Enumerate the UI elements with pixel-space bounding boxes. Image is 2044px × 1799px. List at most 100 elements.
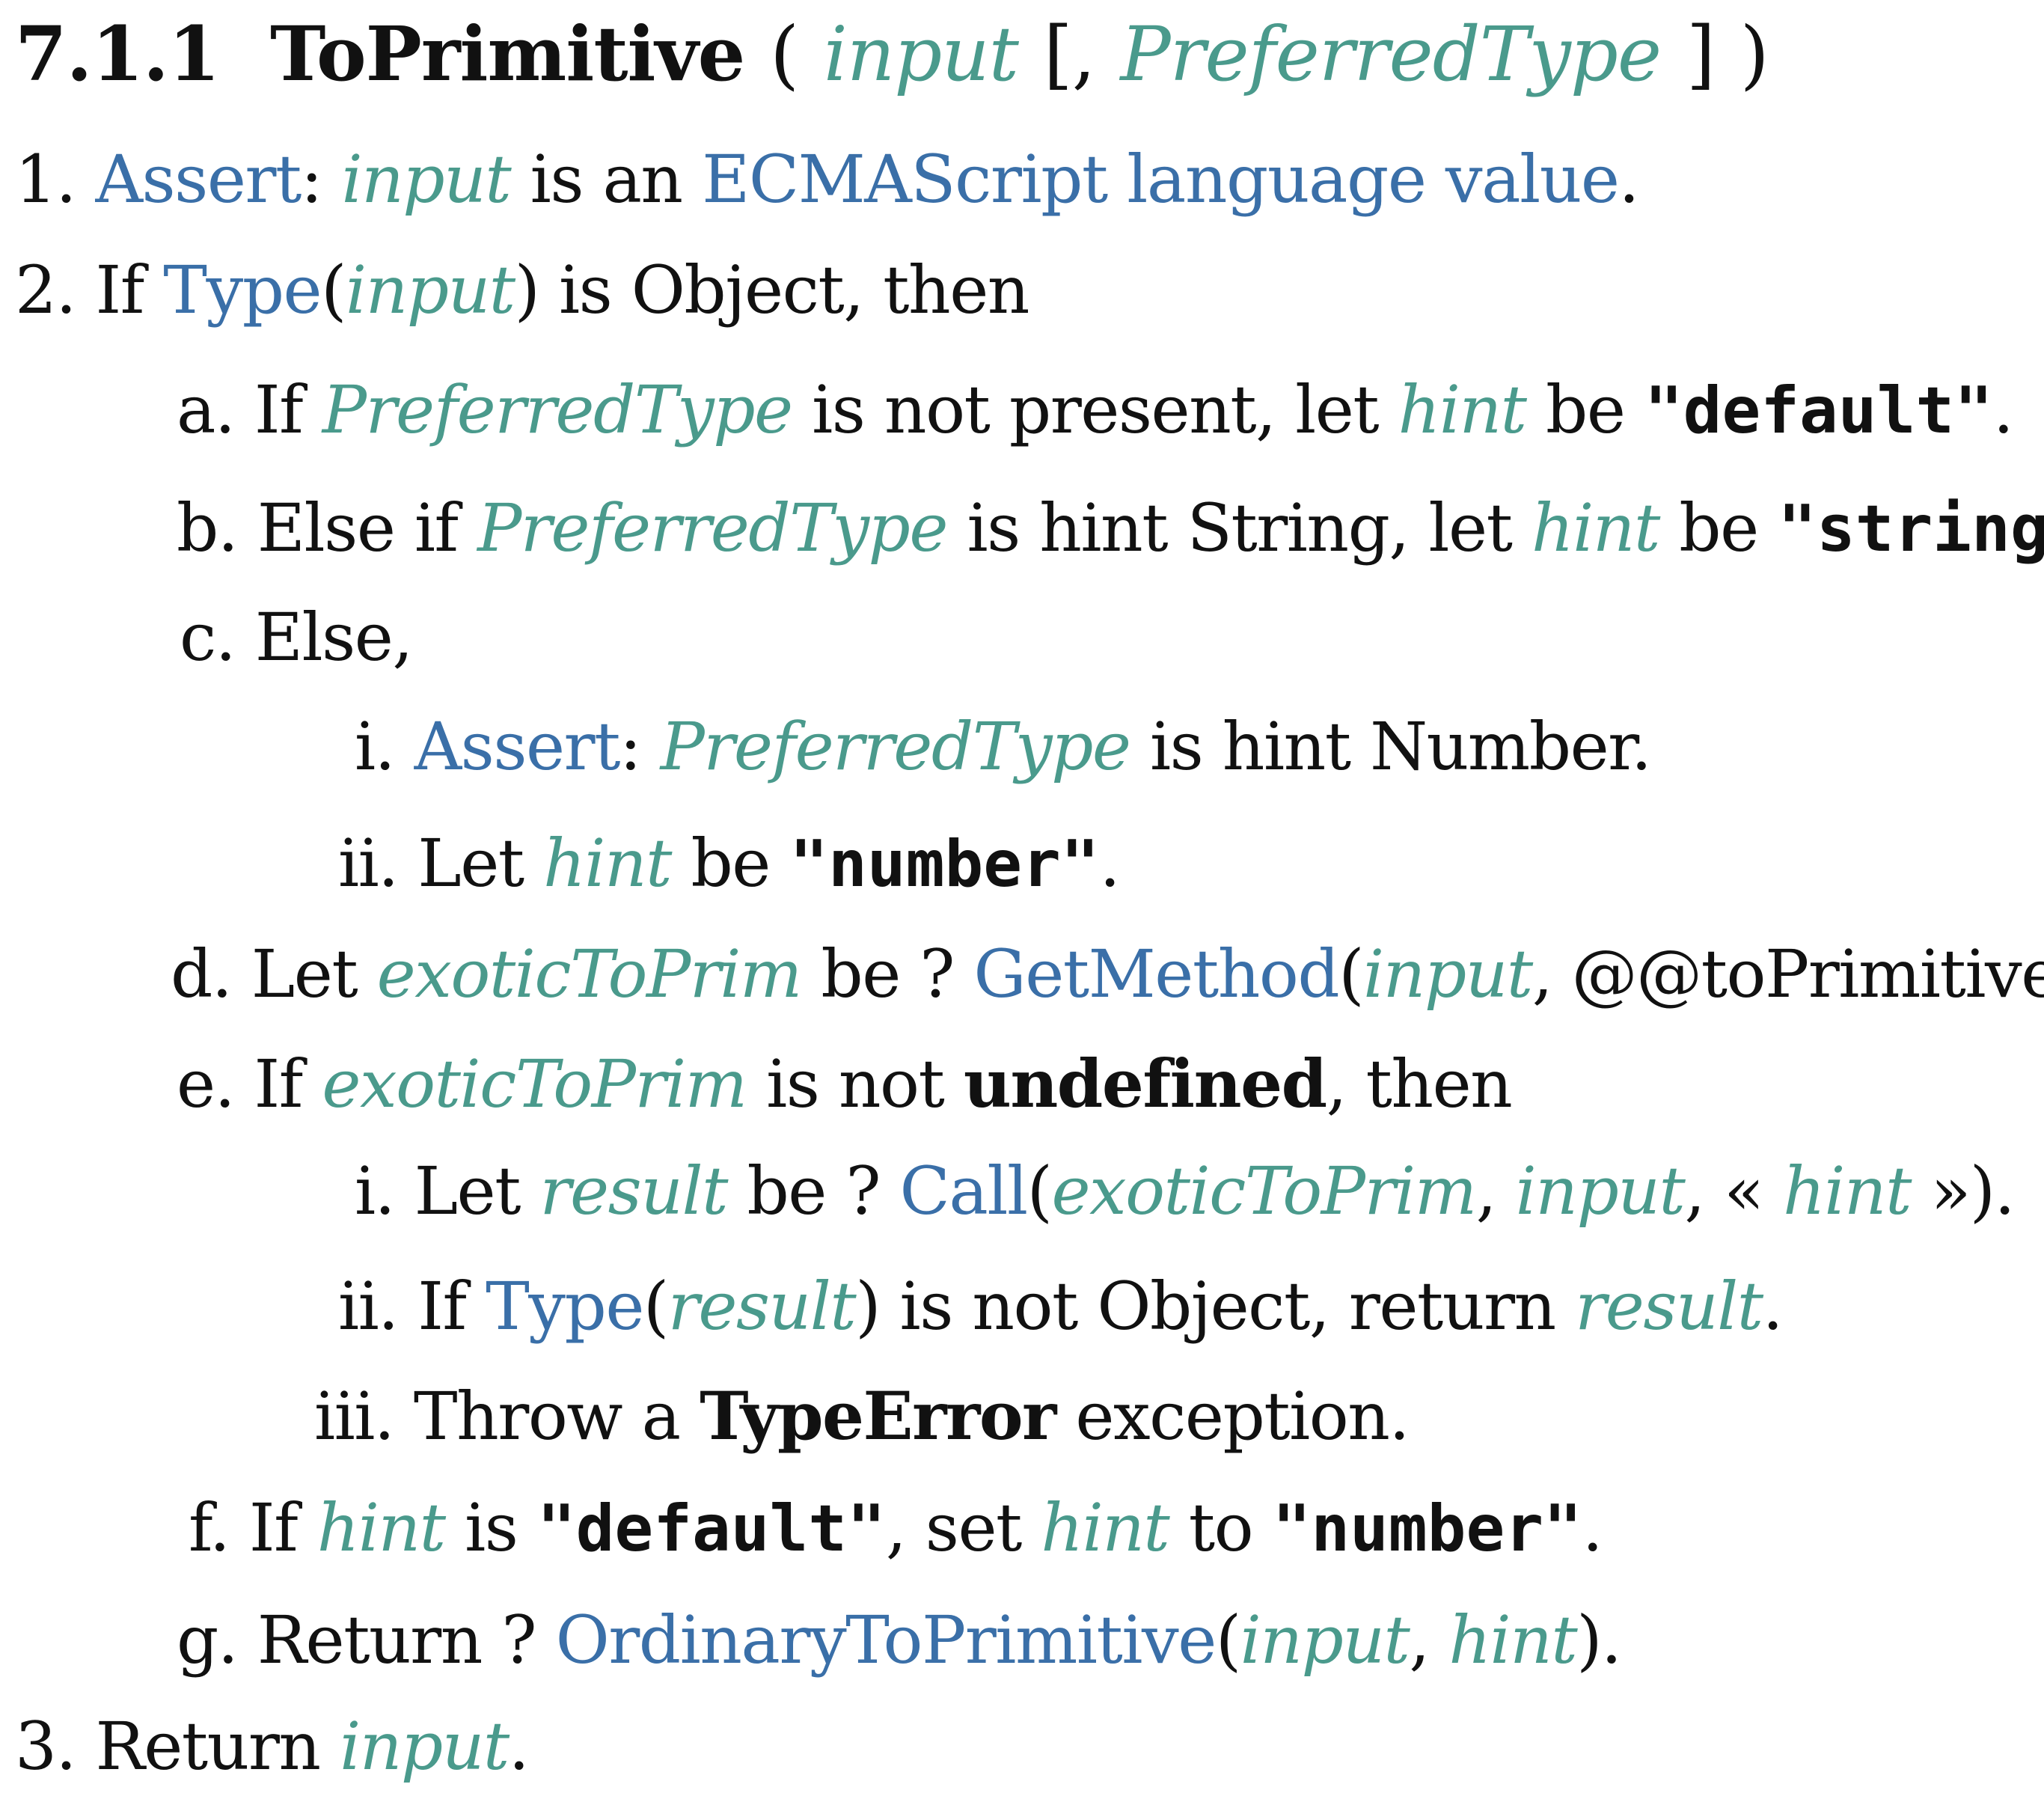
step-2g: g. Return ? OrdinaryToPrimitive(input, h… — [177, 1588, 1622, 1693]
period: . — [1992, 371, 2014, 448]
step-text: If — [254, 1045, 304, 1123]
step-number: 2. — [15, 251, 76, 329]
step-text: be — [1546, 371, 1626, 448]
step-number: e. — [177, 1045, 236, 1123]
step-2c: c. Else, — [180, 585, 414, 690]
step-2c-i: i. Assert: PreferredType is hint Number. — [355, 694, 1652, 799]
step-text: , @@toPrimitive). — [1532, 935, 2044, 1012]
var-input: input — [1515, 1152, 1686, 1230]
assert-link[interactable]: Assert — [95, 141, 302, 218]
step-text: to — [1188, 1489, 1254, 1566]
ecmascript-language-value-link[interactable]: ECMAScript language value — [702, 141, 1620, 218]
var-result: result — [539, 1152, 728, 1230]
period: . — [1618, 141, 1639, 218]
close-bracket: ] — [1686, 10, 1716, 98]
step-text: , then — [1326, 1045, 1513, 1123]
step-2e-i: i. Let result be ? Call(exoticToPrim, in… — [355, 1139, 2016, 1244]
comma: , — [1475, 1152, 1497, 1230]
step-text: be — [1679, 489, 1759, 566]
step-text: Let — [414, 1152, 521, 1230]
step-text: Return — [95, 1708, 321, 1785]
paren: ( — [1026, 1152, 1053, 1230]
var-hint: hint — [1448, 1601, 1577, 1679]
step-number: b. — [177, 489, 239, 566]
step-text: Else, — [254, 599, 414, 676]
paren: ( — [321, 251, 346, 329]
var-preferred-type: PreferredType — [322, 371, 793, 448]
typeerror-value: TypeError — [700, 1377, 1056, 1455]
colon: : — [300, 141, 323, 218]
step-text: Else if — [257, 489, 459, 566]
step-text: If — [417, 1268, 467, 1345]
string-literal: "default" — [536, 1491, 886, 1566]
abstract-op-name: ToPrimitive — [270, 10, 745, 98]
period: . — [1762, 1268, 1784, 1345]
var-result: result — [1575, 1268, 1763, 1345]
period: . — [508, 1708, 530, 1785]
step-text: be ? — [747, 1152, 881, 1230]
step-text: is not — [766, 1045, 945, 1123]
param-preferred-type: PreferredType — [1120, 10, 1662, 98]
step-text: , « — [1684, 1152, 1764, 1230]
var-input: input — [1240, 1601, 1410, 1679]
comma: , — [1071, 10, 1096, 98]
open-bracket: [ — [1043, 10, 1073, 98]
period: . — [1582, 1489, 1603, 1566]
algorithm-document: 7.1.1 ToPrimitive ( input [, PreferredTy… — [0, 0, 2044, 1787]
var-hint: hint — [1783, 1152, 1912, 1230]
var-result: result — [667, 1268, 857, 1345]
step-text: Let — [417, 825, 524, 902]
step-text: Let — [251, 935, 358, 1012]
var-input: input — [1363, 935, 1533, 1012]
step-2: 2. If Type(input) is Object, then — [15, 238, 1029, 343]
var-hint: hint — [1041, 1489, 1169, 1566]
getmethod-link[interactable]: GetMethod — [973, 935, 1339, 1012]
step-text: ). — [1576, 1601, 1622, 1679]
step-text: is hint Number. — [1150, 708, 1652, 785]
step-number: c. — [180, 599, 236, 676]
step-number: g. — [177, 1601, 239, 1679]
step-2e: e. If exoticToPrim is not undefined, the… — [177, 1031, 1513, 1136]
period: . — [1099, 825, 1121, 902]
var-hint: hint — [543, 825, 672, 902]
assert-link[interactable]: Assert — [414, 708, 621, 785]
step-number: f. — [189, 1489, 230, 1566]
step-number: 3. — [15, 1708, 76, 1785]
string-literal: "default" — [1644, 373, 1993, 448]
step-number: a. — [177, 371, 236, 448]
var-hint: hint — [316, 1489, 446, 1566]
section-number: 7.1.1 — [15, 10, 220, 98]
step-text: Return ? — [257, 1601, 537, 1679]
step-text: be — [691, 825, 771, 902]
var-exotic-to-prim: exoticToPrim — [376, 935, 803, 1012]
param-input: input — [823, 10, 1019, 98]
var-input: input — [345, 251, 515, 329]
colon: : — [619, 708, 642, 785]
var-exotic-to-prim: exoticToPrim — [1051, 1152, 1477, 1230]
step-text: »). — [1930, 1152, 2015, 1230]
paren: ( — [643, 1268, 669, 1345]
step-1: 1. Assert: input is an ECMAScript langua… — [15, 127, 1639, 232]
step-2d: d. Let exoticToPrim be ? GetMethod(input… — [171, 922, 2044, 1027]
string-literal: "string" — [1778, 492, 2044, 566]
step-number: d. — [171, 935, 233, 1012]
step-text: If — [95, 251, 144, 329]
step-number: ii. — [338, 1268, 399, 1345]
string-literal: "number" — [1272, 1491, 1582, 1566]
step-text: ) is not Object, return — [855, 1268, 1556, 1345]
var-preferred-type: PreferredType — [477, 489, 948, 566]
type-link[interactable]: Type — [486, 1268, 644, 1345]
ordinarytoprimitive-link[interactable]: OrdinaryToPrimitive — [556, 1601, 1217, 1679]
comma: , — [1409, 1601, 1430, 1679]
step-text: , set — [885, 1489, 1023, 1566]
paren: ( — [1215, 1601, 1241, 1679]
step-text: is an — [530, 141, 683, 218]
var-hint: hint — [1398, 371, 1527, 448]
var-input: input — [341, 141, 511, 218]
var-input: input — [340, 1708, 510, 1785]
step-number: iii. — [314, 1378, 395, 1455]
type-link[interactable]: Type — [163, 251, 322, 329]
step-text: is hint String, let — [967, 489, 1513, 566]
step-2b: b. Else if PreferredType is hint String,… — [177, 476, 2044, 581]
call-link[interactable]: Call — [900, 1152, 1029, 1230]
